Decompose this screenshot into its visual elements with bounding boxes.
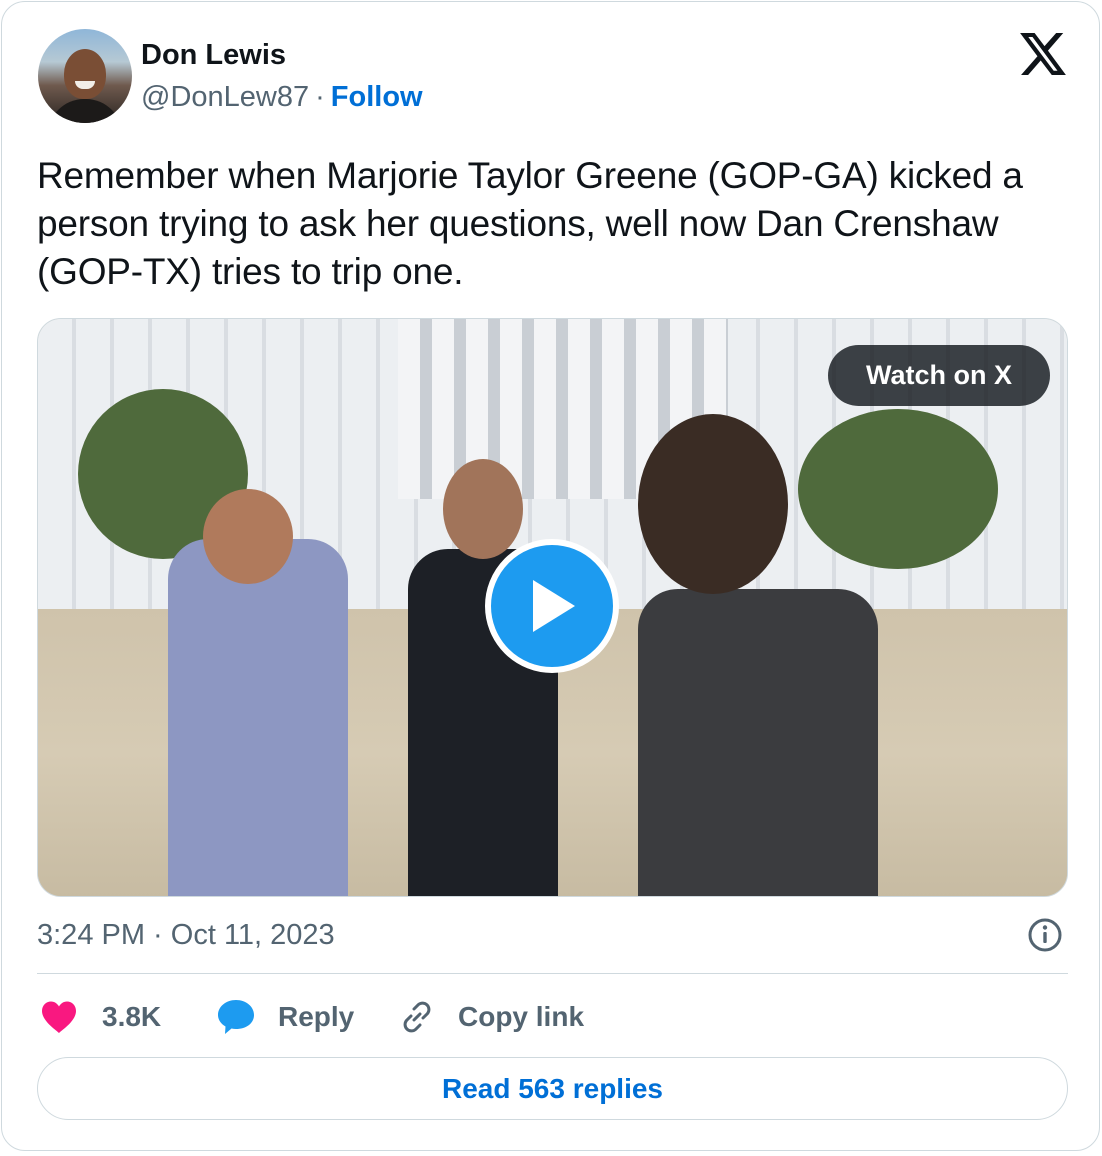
watch-on-x-button[interactable]: Watch on X [828, 345, 1050, 406]
person-left [168, 539, 348, 896]
copy-link-label: Copy link [458, 1001, 585, 1032]
separator-dot: · [315, 81, 325, 113]
author-name[interactable]: Don Lewis [141, 39, 286, 72]
read-replies-button[interactable]: Read 563 replies [37, 1057, 1068, 1120]
link-icon [403, 1001, 431, 1033]
reply-button[interactable]: Reply [216, 995, 354, 1039]
follow-button[interactable]: Follow [331, 81, 423, 113]
play-button[interactable] [485, 539, 619, 673]
tweet-embed-card: Don Lewis @DonLew87 · Follow Remember when… [1, 1, 1100, 1151]
speech-bubble-icon [218, 1000, 254, 1034]
like-count: 3.8K [102, 1001, 162, 1032]
tweet-timestamp[interactable]: 3:24 PM · Oct 11, 2023 [37, 919, 335, 952]
reply-label: Reply [278, 1001, 355, 1032]
divider [37, 973, 1068, 974]
play-icon [533, 580, 575, 632]
video-thumbnail[interactable]: Watch on X [37, 318, 1068, 897]
tweet-text: Remember when Marjorie Taylor Greene (GO… [37, 155, 1023, 292]
author-handle-row: @DonLew87 · Follow [141, 81, 423, 114]
avatar[interactable] [38, 29, 132, 123]
like-button[interactable]: 3.8K [40, 995, 161, 1039]
copy-link-button[interactable]: Copy link [398, 995, 584, 1039]
person-right [638, 589, 878, 896]
author-handle[interactable]: @DonLew87 [141, 81, 309, 113]
heart-icon [42, 1001, 76, 1033]
info-icon[interactable] [1027, 917, 1063, 953]
x-logo-icon[interactable] [1020, 33, 1066, 75]
